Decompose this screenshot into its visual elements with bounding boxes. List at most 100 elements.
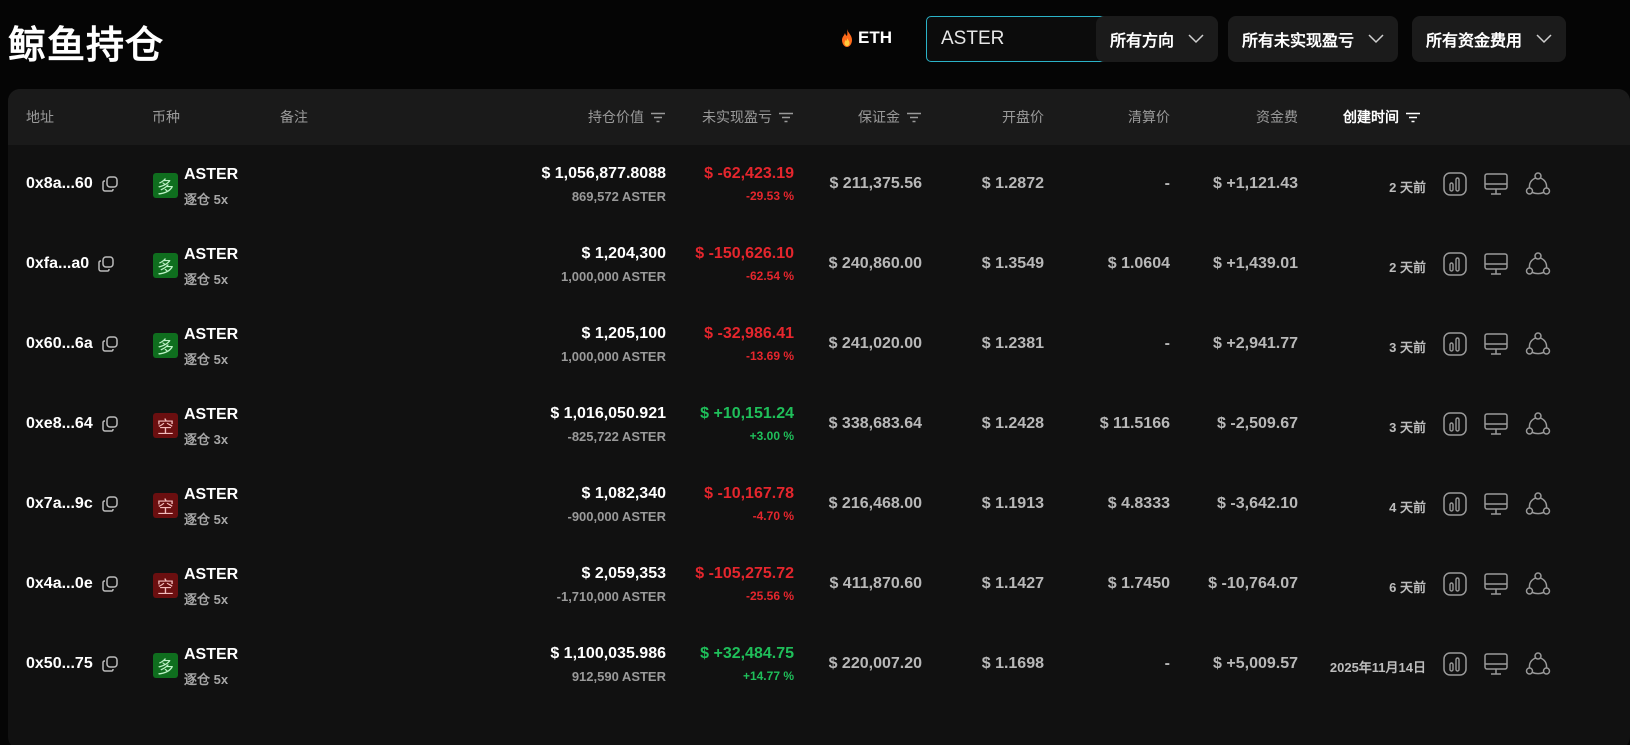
table-row[interactable]: 0x60...6a 多 ASTER 逐仓 5x $ 1,205,100 1,00…: [8, 305, 1630, 388]
funding-fee: $ +1,121.43: [1213, 175, 1298, 192]
created-time: 2 天前: [1389, 180, 1426, 195]
col-created[interactable]: 创建时间: [1343, 89, 1421, 145]
position-qty: -1,710,000 ASTER: [556, 589, 666, 604]
col-position-value-label: 持仓价值: [588, 109, 644, 125]
direction-filter[interactable]: 所有方向: [1096, 16, 1219, 62]
col-created-label: 创建时间: [1343, 109, 1399, 125]
position-qty: 1,000,000 ASTER: [560, 349, 666, 364]
chart-icon[interactable]: [1442, 251, 1468, 277]
table-row[interactable]: 0xe8...64 空 ASTER 逐仓 3x $ 1,016,050.921 …: [8, 385, 1630, 468]
coin-symbol: ASTER: [184, 166, 239, 183]
funding-filter[interactable]: 所有资金费用: [1412, 16, 1567, 62]
leverage-label: 逐仓 5x: [184, 672, 229, 687]
address-text[interactable]: 0x7a...9c: [26, 495, 93, 513]
table-header: 地址 币种 备注 持仓价值 未实现盈亏 保证金 开盘价 清算价 资金费 创建时间: [8, 89, 1630, 145]
chart-icon[interactable]: [1442, 571, 1468, 597]
address-text[interactable]: 0x50...75: [26, 655, 93, 673]
col-position-value[interactable]: 持仓价值: [588, 89, 666, 145]
col-unrealized-pnl-label: 未实现盈亏: [702, 109, 772, 125]
copy-icon[interactable]: [97, 255, 115, 273]
created-time: 2025年11月14日: [1329, 660, 1426, 675]
created-time: 2 天前: [1389, 260, 1426, 275]
position-value: $ 1,056,877.8088: [541, 165, 666, 182]
monitor-icon[interactable]: [1483, 331, 1509, 357]
address-text[interactable]: 0x8a...60: [26, 175, 93, 193]
col-open-price: 开盘价: [1002, 109, 1044, 125]
liq-price: $ 4.8333: [1107, 495, 1170, 512]
chevron-down-icon: [1368, 34, 1384, 44]
monitor-icon[interactable]: [1483, 491, 1509, 517]
unrealized-pnl-pct: +14.77 %: [742, 669, 794, 683]
unrealized-pnl-pct: -29.53 %: [745, 189, 794, 203]
unrealized-pnl-pct: -13.69 %: [745, 349, 794, 363]
copy-icon[interactable]: [101, 415, 119, 433]
col-margin[interactable]: 保证金: [858, 89, 922, 145]
chart-icon[interactable]: [1442, 331, 1468, 357]
share-icon[interactable]: [1525, 171, 1551, 197]
col-unrealized-pnl[interactable]: 未实现盈亏: [702, 89, 794, 145]
share-icon[interactable]: [1525, 411, 1551, 437]
address-cell: 0x8a...60: [26, 175, 119, 193]
address-text[interactable]: 0xfa...a0: [26, 255, 89, 273]
address-text[interactable]: 0xe8...64: [26, 415, 93, 433]
table-row[interactable]: 0xfa...a0 多 ASTER 逐仓 5x $ 1,204,300 1,00…: [8, 225, 1630, 308]
unrealized-pnl-pct: -25.56 %: [745, 589, 794, 603]
coin-symbol: ASTER: [184, 566, 239, 583]
direction-filter-label: 所有方向: [1110, 33, 1175, 50]
copy-icon[interactable]: [101, 335, 119, 353]
sort-filter-icon: [651, 112, 665, 123]
position-qty: 1,000,000 ASTER: [560, 269, 666, 284]
monitor-icon[interactable]: [1483, 251, 1509, 277]
copy-icon[interactable]: [101, 575, 119, 593]
eth-tag[interactable]: ETH: [840, 28, 892, 48]
share-icon[interactable]: [1525, 491, 1551, 517]
position-qty: 912,590 ASTER: [571, 669, 666, 684]
flame-icon: [842, 29, 852, 47]
table-row[interactable]: 0x4a...0e 空 ASTER 逐仓 5x $ 2,059,353 -1,7…: [8, 545, 1630, 628]
liq-price: -: [1164, 175, 1170, 192]
open-price: $ 1.1913: [981, 495, 1044, 512]
share-icon[interactable]: [1525, 571, 1551, 597]
created-time: 3 天前: [1389, 340, 1426, 355]
share-icon[interactable]: [1525, 651, 1551, 677]
address-cell: 0x60...6a: [26, 335, 119, 353]
coin-symbol: ASTER: [184, 246, 239, 263]
open-price: $ 1.1698: [981, 655, 1044, 672]
address-text[interactable]: 0x60...6a: [26, 335, 93, 353]
address-cell: 0x50...75: [26, 655, 119, 673]
table-row[interactable]: 0x7a...9c 空 ASTER 逐仓 5x $ 1,082,340 -900…: [8, 465, 1630, 548]
position-value: $ 1,082,340: [581, 485, 666, 502]
share-icon[interactable]: [1525, 251, 1551, 277]
pnl-filter[interactable]: 所有未实现盈亏: [1228, 16, 1399, 62]
funding-fee: $ -3,642.10: [1217, 495, 1298, 512]
copy-icon[interactable]: [101, 495, 119, 513]
address-text[interactable]: 0x4a...0e: [26, 575, 93, 593]
chart-icon[interactable]: [1442, 171, 1468, 197]
unrealized-pnl: $ -105,275.72: [695, 565, 794, 582]
margin-value: $ 220,007.20: [828, 655, 922, 672]
col-liq-price: 清算价: [1128, 109, 1170, 125]
share-icon[interactable]: [1525, 331, 1551, 357]
monitor-icon[interactable]: [1483, 411, 1509, 437]
unrealized-pnl: $ +32,484.75: [700, 645, 794, 662]
chart-icon[interactable]: [1442, 651, 1468, 677]
open-price: $ 1.3549: [981, 255, 1044, 272]
liq-price: -: [1164, 655, 1170, 672]
chart-icon[interactable]: [1442, 491, 1468, 517]
monitor-icon[interactable]: [1483, 571, 1509, 597]
funding-fee: $ +2,941.77: [1213, 335, 1298, 352]
chart-icon[interactable]: [1442, 411, 1468, 437]
table-row[interactable]: 0x50...75 多 ASTER 逐仓 5x $ 1,100,035.986 …: [8, 625, 1630, 708]
funding-fee: $ +1,439.01: [1213, 255, 1298, 272]
position-value: $ 2,059,353: [581, 565, 666, 582]
copy-icon[interactable]: [101, 175, 119, 193]
coin-symbol: ASTER: [184, 326, 239, 343]
side-badge: 空: [153, 493, 178, 518]
position-value: $ 1,016,050.921: [550, 405, 666, 422]
copy-icon[interactable]: [101, 655, 119, 673]
monitor-icon[interactable]: [1483, 171, 1509, 197]
address-cell: 0x7a...9c: [26, 495, 119, 513]
monitor-icon[interactable]: [1483, 651, 1509, 677]
table-row[interactable]: 0x8a...60 多 ASTER 逐仓 5x $ 1,056,877.8088…: [8, 145, 1630, 228]
side-badge: 空: [153, 413, 178, 438]
